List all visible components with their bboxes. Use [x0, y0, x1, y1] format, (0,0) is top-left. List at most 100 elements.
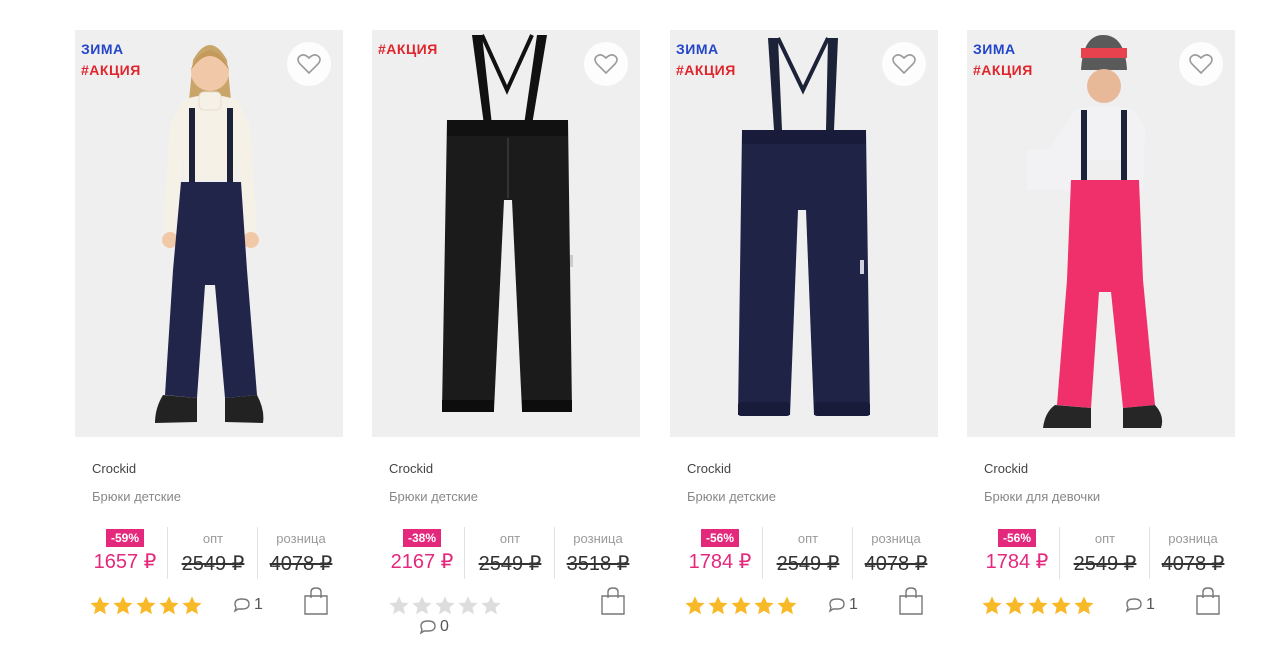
star-icon[interactable]: [457, 595, 479, 617]
favorite-button[interactable]: [1179, 42, 1223, 86]
retail-price: 4078 ₽: [1161, 553, 1225, 575]
shopping-bag-icon[interactable]: [898, 586, 924, 616]
sale-price: 1657 ₽: [93, 551, 157, 573]
favorite-button[interactable]: [882, 42, 926, 86]
heart-icon: [594, 54, 618, 75]
opt-price: 2549 ₽: [1073, 553, 1137, 575]
product-image[interactable]: ЗИМА #АКЦИЯ: [75, 30, 343, 437]
star-icon[interactable]: [158, 595, 180, 617]
product-card[interactable]: #АКЦИЯ Crockid Брюки детские -38% 2167 ₽…: [372, 30, 640, 650]
product-tags: ЗИМА #АКЦИЯ: [676, 39, 736, 81]
product-photo-girl-pink-pants: [1027, 35, 1163, 428]
heart-icon: [297, 54, 321, 75]
star-icon[interactable]: [1004, 595, 1026, 617]
product-tags: ЗИМА #АКЦИЯ: [81, 39, 141, 81]
comments-number: 1: [254, 596, 263, 613]
sale-price: 2167 ₽: [390, 551, 454, 573]
comment-bubble-icon: [828, 598, 845, 613]
product-brand[interactable]: Crockid: [984, 461, 1028, 476]
product-image[interactable]: ЗИМА #АКЦИЯ: [670, 30, 938, 437]
shopping-bag-icon[interactable]: [1195, 586, 1221, 616]
product-brand[interactable]: Crockid: [92, 461, 136, 476]
opt-price: 2549 ₽: [478, 553, 542, 575]
product-name[interactable]: Брюки детские: [687, 489, 776, 504]
retail-label: розница: [871, 531, 921, 546]
sale-price: 1784 ₽: [985, 551, 1049, 573]
star-icon[interactable]: [411, 595, 433, 617]
tag-sale[interactable]: #АКЦИЯ: [676, 60, 736, 81]
price-block: -59% 1657 ₽ опт 2549 ₽ розница 4078 ₽: [83, 527, 343, 579]
star-icon[interactable]: [112, 595, 134, 617]
tag-sale[interactable]: #АКЦИЯ: [973, 60, 1033, 81]
tag-winter[interactable]: ЗИМА: [676, 39, 736, 60]
favorite-button[interactable]: [584, 42, 628, 86]
comment-bubble-icon: [233, 598, 250, 613]
tag-sale[interactable]: #АКЦИЯ: [378, 39, 438, 60]
opt-label: опт: [202, 531, 224, 546]
retail-price: 3518 ₽: [566, 553, 630, 575]
price-block: -38% 2167 ₽ опт 2549 ₽ розница 3518 ₽: [380, 527, 640, 579]
star-icon[interactable]: [135, 595, 157, 617]
opt-label: опт: [499, 531, 521, 546]
sale-price: 1784 ₽: [688, 551, 752, 573]
opt-label: опт: [797, 531, 819, 546]
product-card[interactable]: ЗИМА #АКЦИЯ Crockid Брюки детские -56% 1…: [670, 30, 938, 650]
retail-label: розница: [276, 531, 326, 546]
discount-badge: -56%: [700, 529, 739, 547]
comments-count[interactable]: 1: [828, 596, 858, 614]
star-icon[interactable]: [388, 595, 410, 617]
price-block: -56% 1784 ₽ опт 2549 ₽ розница 4078 ₽: [975, 527, 1235, 579]
comment-bubble-icon: [419, 620, 436, 635]
tag-winter[interactable]: ЗИМА: [973, 39, 1033, 60]
star-icon[interactable]: [684, 595, 706, 617]
retail-price: 4078 ₽: [864, 553, 928, 575]
tag-sale[interactable]: #АКЦИЯ: [81, 60, 141, 81]
star-icon[interactable]: [1050, 595, 1072, 617]
price-block: -56% 1784 ₽ опт 2549 ₽ розница 4078 ₽: [678, 527, 938, 579]
product-tags: #АКЦИЯ: [378, 39, 438, 60]
product-name[interactable]: Брюки для девочки: [984, 489, 1100, 504]
retail-price: 4078 ₽: [269, 553, 333, 575]
rating-stars[interactable]: [684, 595, 798, 617]
star-icon[interactable]: [753, 595, 775, 617]
star-icon[interactable]: [434, 595, 456, 617]
product-photo-girl-navy-pants: [155, 45, 264, 423]
star-icon[interactable]: [89, 595, 111, 617]
discount-badge: -38%: [402, 529, 441, 547]
star-icon[interactable]: [1027, 595, 1049, 617]
product-image[interactable]: ЗИМА #АКЦИЯ: [967, 30, 1235, 437]
opt-label: опт: [1094, 531, 1116, 546]
tag-winter[interactable]: ЗИМА: [81, 39, 141, 60]
star-icon[interactable]: [981, 595, 1003, 617]
opt-price: 2549 ₽: [776, 553, 840, 575]
star-icon[interactable]: [181, 595, 203, 617]
star-icon[interactable]: [1073, 595, 1095, 617]
star-icon[interactable]: [707, 595, 729, 617]
rating-stars[interactable]: [89, 595, 203, 617]
product-brand[interactable]: Crockid: [389, 461, 433, 476]
product-name[interactable]: Брюки детские: [389, 489, 478, 504]
product-brand[interactable]: Crockid: [687, 461, 731, 476]
discount-badge: -56%: [997, 529, 1036, 547]
shopping-bag-icon[interactable]: [600, 586, 626, 616]
star-icon[interactable]: [730, 595, 752, 617]
product-photo-black-pants: [442, 34, 573, 412]
comments-number: 0: [440, 618, 449, 635]
comments-count[interactable]: 0: [419, 618, 449, 636]
opt-price: 2549 ₽: [181, 553, 245, 575]
product-image[interactable]: #АКЦИЯ: [372, 30, 640, 437]
product-name[interactable]: Брюки детские: [92, 489, 181, 504]
retail-label: розница: [1168, 531, 1218, 546]
retail-label: розница: [573, 531, 623, 546]
comments-count[interactable]: 1: [233, 596, 263, 614]
product-card[interactable]: ЗИМА #АКЦИЯ Crockid Брюки детские -59% 1…: [75, 30, 343, 650]
comments-count[interactable]: 1: [1125, 596, 1155, 614]
favorite-button[interactable]: [287, 42, 331, 86]
rating-stars[interactable]: [981, 595, 1095, 617]
product-card[interactable]: ЗИМА #АКЦИЯ Crockid Брюки для девочки -5…: [967, 30, 1235, 650]
star-icon[interactable]: [480, 595, 502, 617]
shopping-bag-icon[interactable]: [303, 586, 329, 616]
comment-bubble-icon: [1125, 598, 1142, 613]
rating-stars[interactable]: [388, 595, 502, 617]
star-icon[interactable]: [776, 595, 798, 617]
